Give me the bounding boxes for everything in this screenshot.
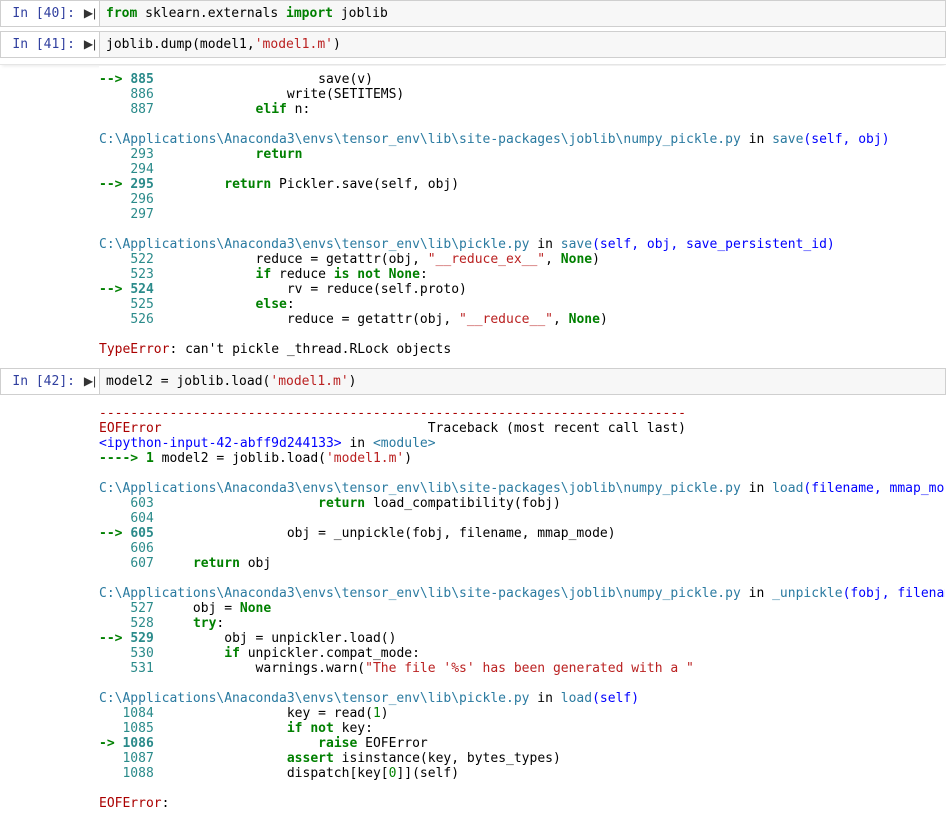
code-input[interactable]: from sklearn.externals import joblib bbox=[99, 1, 945, 26]
code-cell[interactable]: In [40]:▶|from sklearn.externals import … bbox=[0, 0, 946, 27]
input-prompt: In [42]: bbox=[1, 369, 81, 394]
code-cell[interactable]: In [42]:▶|model2 = joblib.load('model1.m… bbox=[0, 368, 946, 395]
run-cell-icon[interactable]: ▶| bbox=[81, 32, 99, 57]
run-cell-icon[interactable]: ▶| bbox=[81, 369, 99, 394]
code-input[interactable]: joblib.dump(model1,'model1.m') bbox=[99, 32, 945, 57]
input-prompt: In [41]: bbox=[1, 32, 81, 57]
traceback-output: ----------------------------------------… bbox=[99, 400, 945, 817]
input-prompt: In [40]: bbox=[1, 1, 81, 26]
code-input[interactable]: model2 = joblib.load('model1.m') bbox=[99, 369, 945, 394]
code-cell[interactable]: In [41]:▶|joblib.dump(model1,'model1.m') bbox=[0, 31, 946, 58]
output-cell: --> 885 save(v) 886 write(SETITEMS) 887 … bbox=[0, 65, 946, 364]
run-cell-icon[interactable]: ▶| bbox=[81, 1, 99, 26]
output-separator bbox=[0, 58, 946, 65]
output-cell: ----------------------------------------… bbox=[0, 399, 946, 818]
traceback-output: --> 885 save(v) 886 write(SETITEMS) 887 … bbox=[99, 66, 945, 363]
